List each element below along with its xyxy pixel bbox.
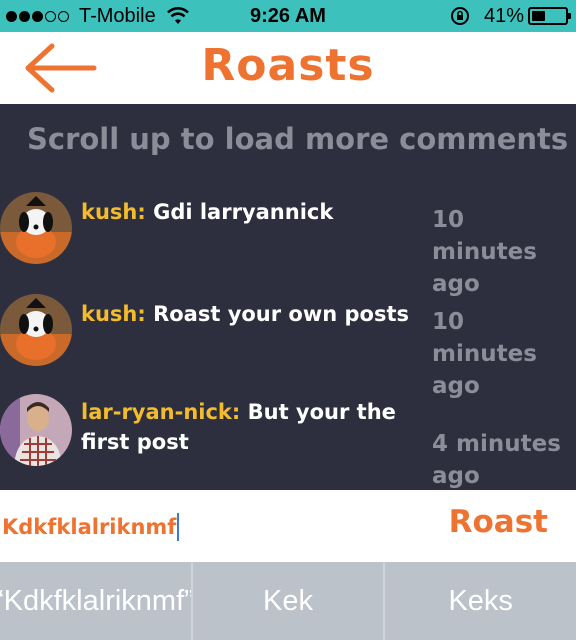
comment-body: Gdi larryannick <box>153 200 334 224</box>
comment-input[interactable]: Kdkfklalriknmf <box>2 510 402 544</box>
suggestion-label: “Kdkfklalriknmf” <box>0 584 191 617</box>
comment-body: Roast your own posts <box>153 302 410 326</box>
comment-timestamp: 4 minutes ago <box>432 431 561 489</box>
status-right: 41% <box>450 0 571 32</box>
comment-input-value: Kdkfklalriknmf <box>2 515 177 539</box>
suggestion-item[interactable]: “Kdkfklalriknmf” <box>0 562 191 640</box>
comment-timestamp: 10 minutes ago <box>432 309 537 399</box>
comment-username: lar-ryan-nick: <box>81 400 241 424</box>
battery-icon <box>528 7 571 25</box>
battery-fill <box>532 11 546 21</box>
keyboard-suggestion-bar: “Kdkfklalriknmf” Kek Keks <box>0 562 576 640</box>
comment-timestamp: 10 minutes ago <box>432 207 537 297</box>
person-avatar[interactable] <box>0 394 72 466</box>
battery-percent: 41% <box>483 4 524 27</box>
suggestion-item[interactable]: Kek <box>190 562 384 640</box>
roast-button[interactable]: Roast <box>449 504 548 540</box>
comment-text: lar-ryan-nick: But your the first post <box>81 397 426 457</box>
load-more-comments[interactable]: Scroll up to load more comments <box>27 122 568 156</box>
comment-username: kush: <box>81 302 146 326</box>
snoopy-avatar[interactable] <box>0 192 72 264</box>
nav-bar: Roasts <box>0 32 576 104</box>
suggestion-label: Keks <box>448 584 513 617</box>
comment-text: kush: Gdi larryannick <box>81 197 426 227</box>
comment-username: kush: <box>81 200 146 224</box>
suggestion-label: Kek <box>263 584 313 617</box>
comments-list[interactable]: Scroll up to load more comments kush: Gd… <box>0 104 576 490</box>
comment-text: kush: Roast your own posts <box>81 299 426 329</box>
rotation-lock-icon <box>450 7 469 25</box>
text-caret <box>177 513 180 541</box>
page-title: Roasts <box>201 40 375 91</box>
comment-input-bar: Kdkfklalriknmf Roast <box>0 490 576 562</box>
snoopy-avatar[interactable] <box>0 294 72 366</box>
status-bar: T-Mobile 9:26 AM 41% <box>0 0 576 32</box>
suggestion-item[interactable]: Keks <box>383 562 576 640</box>
